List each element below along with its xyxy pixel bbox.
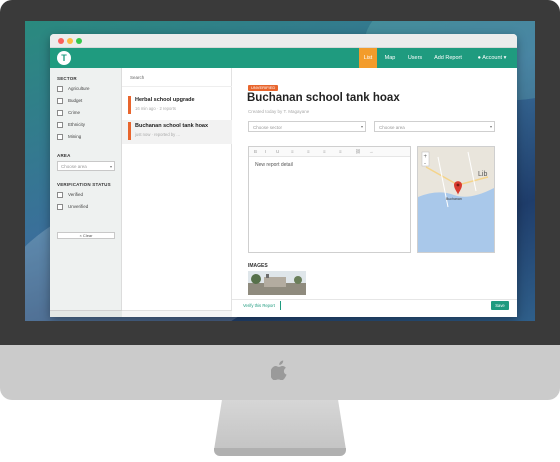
verify-report-button[interactable]: Verify this Report (238, 301, 281, 310)
bold-button[interactable]: B (254, 149, 257, 154)
checkbox[interactable] (57, 86, 63, 92)
map-city-label: Lib (478, 171, 488, 178)
status-flag (128, 96, 131, 114)
chevron-down-icon: ▾ (109, 164, 112, 169)
monitor-stand (214, 400, 346, 450)
area-select[interactable]: Choose area ▾ (374, 121, 495, 132)
map-marker-label: Buchanan (446, 197, 462, 201)
filter-sidebar: SECTOR Agriculture Budget Crime Ethnicit… (50, 68, 122, 317)
nav-account[interactable]: ● Account ▾ (470, 48, 514, 68)
sector-checkbox-agriculture[interactable]: Agriculture (57, 85, 115, 94)
apple-logo-icon (271, 360, 287, 380)
redo-icon[interactable]: → (369, 149, 374, 154)
sector-heading: SECTOR (57, 76, 77, 81)
report-list: Search Herbal school upgrade 16 min ago … (122, 68, 232, 317)
divider (122, 86, 232, 87)
list-footer (122, 310, 232, 317)
checkbox-label: Agriculture (68, 86, 90, 91)
image-placeholder (248, 271, 306, 295)
indent-button[interactable]: ≡ (339, 149, 342, 154)
area-heading: AREA (57, 153, 71, 158)
save-button[interactable]: Save (491, 301, 509, 310)
location-map[interactable]: + - Lib Buchanan (417, 146, 495, 253)
clear-filters-button[interactable]: × Clear (57, 232, 115, 239)
area-select-value: Choose area (61, 164, 87, 169)
sidebar-footer (50, 310, 122, 317)
report-detail: UNVERIFIED Buchanan school tank hoax Cre… (232, 68, 517, 317)
outdent-button[interactable]: ≡ (323, 149, 326, 154)
editor-text[interactable]: New report detail (255, 162, 293, 168)
report-title[interactable]: Buchanan school tank hoax (247, 92, 400, 104)
underline-button[interactable]: U (276, 149, 279, 154)
window-titlebar (50, 34, 517, 48)
maximize-window-button[interactable] (76, 38, 82, 44)
verification-checkbox-unverified[interactable]: Unverified (57, 203, 115, 212)
sector-checkbox-crime[interactable]: Crime (57, 109, 115, 118)
app-window: T List Map Users Add Report ● Account ▾ … (50, 34, 517, 317)
list-item-selected[interactable]: Buchanan school tank hoax just now · rep… (122, 120, 232, 144)
report-editor[interactable]: B I U ≡ ≡ ≡ ≡ ⛓ → New report detail (248, 146, 411, 253)
verification-heading: VERIFICATION STATUS (57, 182, 111, 187)
chevron-down-icon: ▾ (489, 124, 492, 129)
link-icon[interactable]: ⛓ (355, 149, 361, 155)
verification-checkbox-verified[interactable]: Verified (57, 191, 115, 200)
list-search-input[interactable]: Search (130, 75, 144, 80)
app-logo[interactable]: T (57, 51, 71, 65)
chevron-down-icon: ▾ (360, 124, 363, 129)
screen-wallpaper: T List Map Users Add Report ● Account ▾ … (25, 21, 535, 321)
nav-map[interactable]: Map (381, 48, 399, 68)
status-flag (128, 122, 131, 140)
sector-select-value: Choose sector (253, 125, 283, 130)
checkbox-label: Verified (68, 192, 84, 197)
zoom-controls[interactable]: + - (421, 151, 430, 167)
divider (232, 299, 517, 300)
numbered-list-button[interactable]: ≡ (307, 149, 310, 154)
sector-checkbox-mining[interactable]: Mining (57, 133, 115, 142)
nav-users[interactable]: Users (404, 48, 426, 68)
desktop-scene: T List Map Users Add Report ● Account ▾ … (0, 0, 560, 462)
checkbox[interactable] (57, 134, 63, 140)
images-heading: IMAGES (248, 263, 268, 269)
checkbox[interactable] (57, 98, 63, 104)
chevron-down-icon: ▾ (503, 55, 507, 61)
checkbox-label: Unverified (68, 204, 89, 209)
nav-account-label: Account (482, 55, 503, 61)
sector-select[interactable]: Choose sector ▾ (248, 121, 366, 132)
monitor-foot (214, 448, 346, 456)
list-item[interactable]: Herbal school upgrade 16 min ago · 2 rep… (122, 94, 232, 118)
svg-text:+: + (424, 154, 428, 160)
status-badge: UNVERIFIED (248, 85, 279, 91)
report-image-thumbnail[interactable] (248, 271, 306, 295)
sector-checkbox-ethnicity[interactable]: Ethnicity (57, 121, 115, 130)
list-item-title: Buchanan school tank hoax (135, 123, 209, 129)
close-window-button[interactable] (58, 38, 64, 44)
list-item-title: Herbal school upgrade (135, 97, 195, 103)
user-icon: ● (477, 55, 481, 61)
report-meta: Created today by T. Magayane (248, 109, 310, 114)
minimize-window-button[interactable] (67, 38, 73, 44)
checkbox-label: Mining (68, 134, 82, 139)
bullet-list-button[interactable]: ≡ (291, 149, 294, 154)
checkbox[interactable] (57, 110, 63, 116)
editor-toolbar: B I U ≡ ≡ ≡ ≡ ⛓ → (249, 147, 410, 157)
checkbox-label: Crime (68, 110, 80, 115)
checkbox[interactable] (57, 122, 63, 128)
area-select[interactable]: Choose area ▾ (57, 161, 115, 171)
sector-checkbox-budget[interactable]: Budget (57, 97, 115, 106)
svg-text:-: - (424, 161, 426, 167)
italic-button[interactable]: I (265, 149, 266, 154)
top-navbar: T List Map Users Add Report ● Account ▾ (50, 48, 517, 68)
nav-list[interactable]: List (359, 48, 377, 68)
checkbox[interactable] (57, 204, 63, 210)
area-select-value: Choose area (379, 125, 405, 130)
nav-add-report[interactable]: Add Report (430, 48, 466, 68)
checkbox-label: Budget (68, 98, 83, 103)
checkbox[interactable] (57, 192, 63, 198)
list-item-subtitle: 16 min ago · 2 reports (135, 106, 176, 111)
list-item-subtitle: just now · reported by ... (135, 132, 180, 137)
checkbox-label: Ethnicity (68, 122, 86, 127)
